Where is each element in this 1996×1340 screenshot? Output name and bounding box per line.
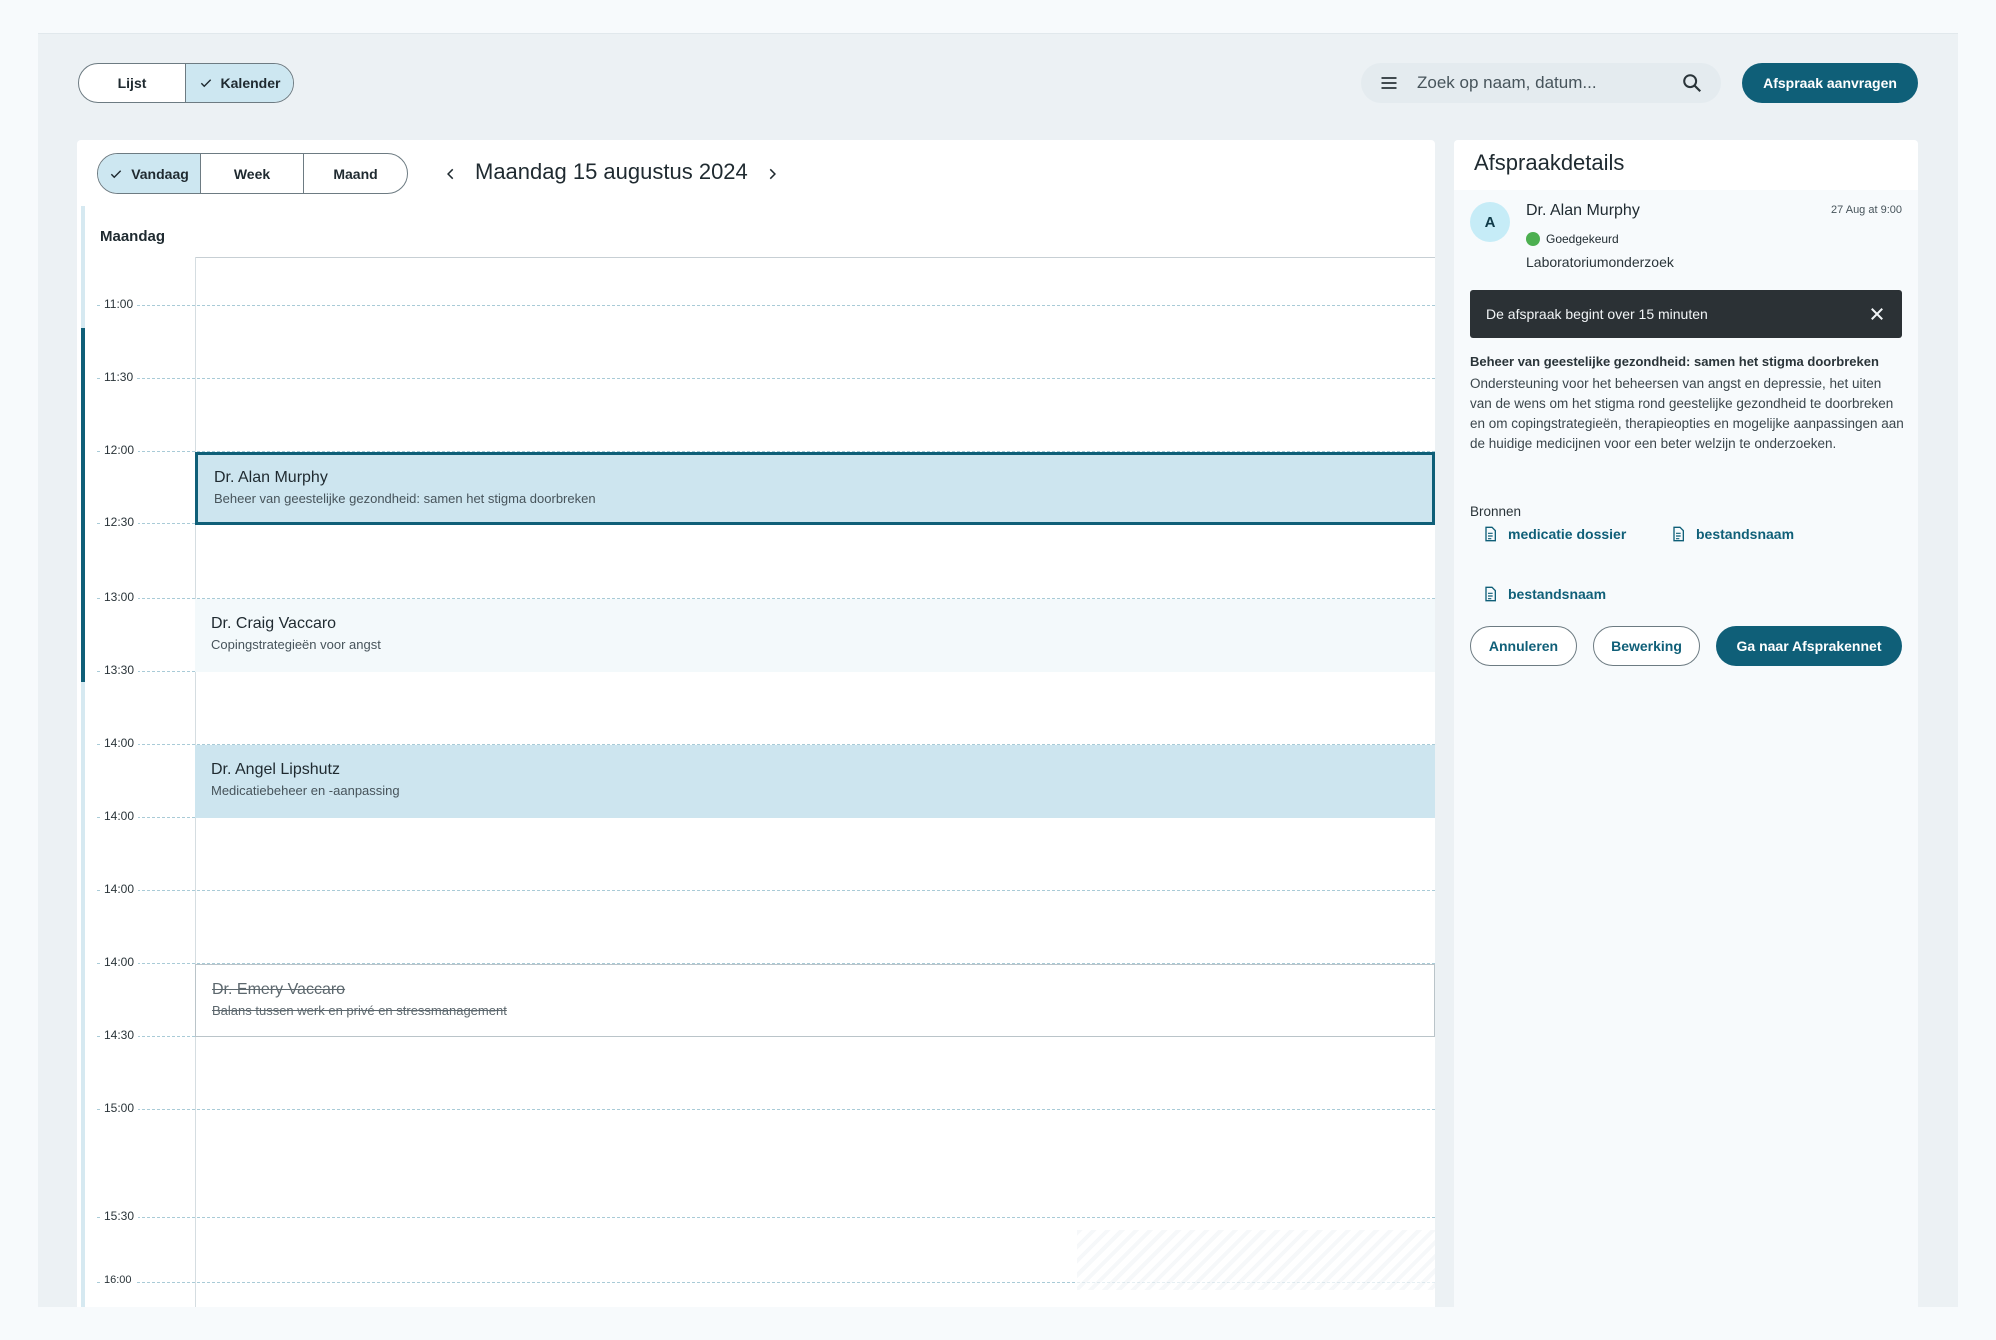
resource-link[interactable]: bestandsnaam — [1482, 586, 1606, 602]
time-slot-label: 14:00 — [101, 809, 139, 823]
time-slot-label: 13:00 — [101, 590, 139, 604]
time-slot-label: 12:00 — [101, 443, 139, 457]
time-slot-label: 16:00 — [101, 1274, 136, 1286]
event-card[interactable]: Dr. Angel Lipshutz Medicatiebeheer en -a… — [195, 745, 1435, 818]
close-icon[interactable] — [1868, 305, 1886, 323]
time-slot-label: 11:30 — [101, 370, 138, 384]
chevron-left-icon — [447, 168, 454, 180]
calendar-panel: Vandaag Week Maand Maandag 15 augustus 2… — [77, 140, 1435, 1307]
header-divider — [195, 257, 1435, 258]
time-slot-label: 13:30 — [101, 663, 139, 677]
resources-title: Bronnen — [1470, 504, 1522, 519]
date-title: Maandag 15 augustus 2024 — [475, 159, 748, 184]
details-doctor-name: Dr. Alan Murphy — [1526, 202, 1640, 219]
time-slot-line — [97, 1109, 1435, 1110]
event-card[interactable]: Dr. Craig Vaccaro Copingstrategieën voor… — [195, 599, 1435, 672]
check-icon — [111, 169, 122, 178]
range-week-label: Week — [233, 165, 271, 182]
unavailable-region — [1077, 1230, 1435, 1290]
time-slot-label: 15:00 — [101, 1101, 139, 1115]
next-day-button[interactable] — [760, 162, 784, 186]
range-month-label: Maand — [333, 165, 378, 182]
event-topic: Balans tussen werk en privé en stressman… — [212, 1003, 507, 1018]
view-calendar-label: Kalender — [220, 75, 281, 91]
request-appointment-button[interactable]: Afspraak aanvragen — [1742, 63, 1918, 103]
event-card-cancelled[interactable]: Dr. Emery Vaccaro Balans tussen werk en … — [195, 964, 1435, 1037]
timeline-current-marker — [81, 328, 85, 682]
toast-message: De afspraak begint over 15 minuten — [1486, 306, 1708, 322]
view-toggle: Lijst Kalender — [78, 63, 294, 103]
time-slot-line — [97, 1217, 1435, 1218]
avatar: A — [1470, 202, 1510, 242]
search-icon[interactable] — [1681, 72, 1703, 94]
event-topic: Copingstrategieën voor angst — [211, 637, 381, 652]
menu-icon[interactable] — [1379, 73, 1399, 93]
view-list-button[interactable]: Lijst — [79, 64, 186, 102]
resource-label: medicatie dossier — [1508, 526, 1627, 542]
event-doctor: Dr. Alan Murphy — [214, 469, 328, 486]
status-dot-icon — [1526, 232, 1540, 246]
document-icon — [1673, 526, 1684, 542]
event-topic: Medicatiebeheer en -aanpassing — [211, 783, 400, 798]
resource-label: bestandsnaam — [1508, 586, 1607, 602]
check-icon — [200, 79, 211, 88]
prev-day-button[interactable] — [439, 162, 463, 186]
document-icon — [1485, 526, 1496, 542]
view-calendar-button[interactable]: Kalender — [186, 64, 293, 102]
search-input[interactable]: Zoek op naam, datum... — [1417, 73, 1681, 93]
time-slot-label: 14:30 — [101, 1028, 139, 1042]
time-slot-label: 12:30 — [101, 515, 139, 529]
description-body: Ondersteuning voor het beheersen van ang… — [1470, 376, 1904, 451]
range-toggle: Vandaag Week Maand — [97, 153, 408, 194]
chevron-right-icon — [769, 168, 776, 180]
status-badge: Goedgekeurd — [1526, 232, 1619, 246]
time-slot-label: 14:00 — [101, 736, 139, 750]
range-week-button[interactable]: Week — [201, 154, 304, 193]
range-month-button[interactable]: Maand — [304, 154, 407, 193]
details-header: Afspraakdetails — [1454, 140, 1918, 190]
reminder-toast: De afspraak begint over 15 minuten — [1470, 290, 1902, 338]
app-frame: Lijst Kalender Zoek op naam, datum... Af… — [38, 33, 1958, 1307]
time-slot-line — [97, 378, 1435, 379]
document-icon — [1485, 586, 1496, 602]
description-title: Beheer van geestelijke gezondheid: samen… — [1470, 354, 1879, 369]
search-bar[interactable]: Zoek op naam, datum... — [1361, 63, 1721, 103]
time-slot-label: 14:00 — [101, 955, 139, 969]
go-to-appointments-button[interactable]: Ga naar Afsprakennet — [1716, 626, 1902, 666]
time-slot-line — [97, 305, 1435, 306]
time-slot-line — [97, 890, 1435, 891]
time-slot-label: 14:00 — [101, 882, 139, 896]
event-doctor: Dr. Emery Vaccaro — [212, 981, 346, 998]
time-slot-label: 15:30 — [101, 1209, 139, 1223]
details-panel: Afspraakdetails A Dr. Alan Murphy 27 Aug… — [1454, 140, 1918, 1307]
resource-link[interactable]: medicatie dossier — [1482, 526, 1626, 542]
range-today-label: Vandaag — [131, 165, 189, 182]
cancel-appointment-button[interactable]: Annuleren — [1470, 626, 1577, 666]
appointment-type: Laboratoriumonderzoek — [1526, 254, 1674, 270]
resource-label: bestandsnaam — [1696, 526, 1795, 542]
day-column-header: Maandag — [100, 228, 166, 245]
edit-appointment-button[interactable]: Bewerking — [1593, 626, 1700, 666]
status-label: Goedgekeurd — [1546, 232, 1619, 246]
event-card-selected[interactable]: Dr. Alan Murphy Beheer van geestelijke g… — [195, 452, 1435, 525]
view-list-label: Lijst — [117, 75, 147, 91]
resource-link[interactable]: bestandsnaam — [1670, 526, 1794, 542]
range-today-button[interactable]: Vandaag — [98, 154, 201, 193]
event-doctor: Dr. Angel Lipshutz — [211, 761, 340, 778]
time-slot-label: 11:00 — [101, 297, 138, 311]
details-date: 27 Aug at 9:00 — [1831, 204, 1902, 216]
event-topic: Beheer van geestelijke gezondheid: samen… — [214, 491, 596, 506]
event-doctor: Dr. Craig Vaccaro — [211, 615, 337, 632]
